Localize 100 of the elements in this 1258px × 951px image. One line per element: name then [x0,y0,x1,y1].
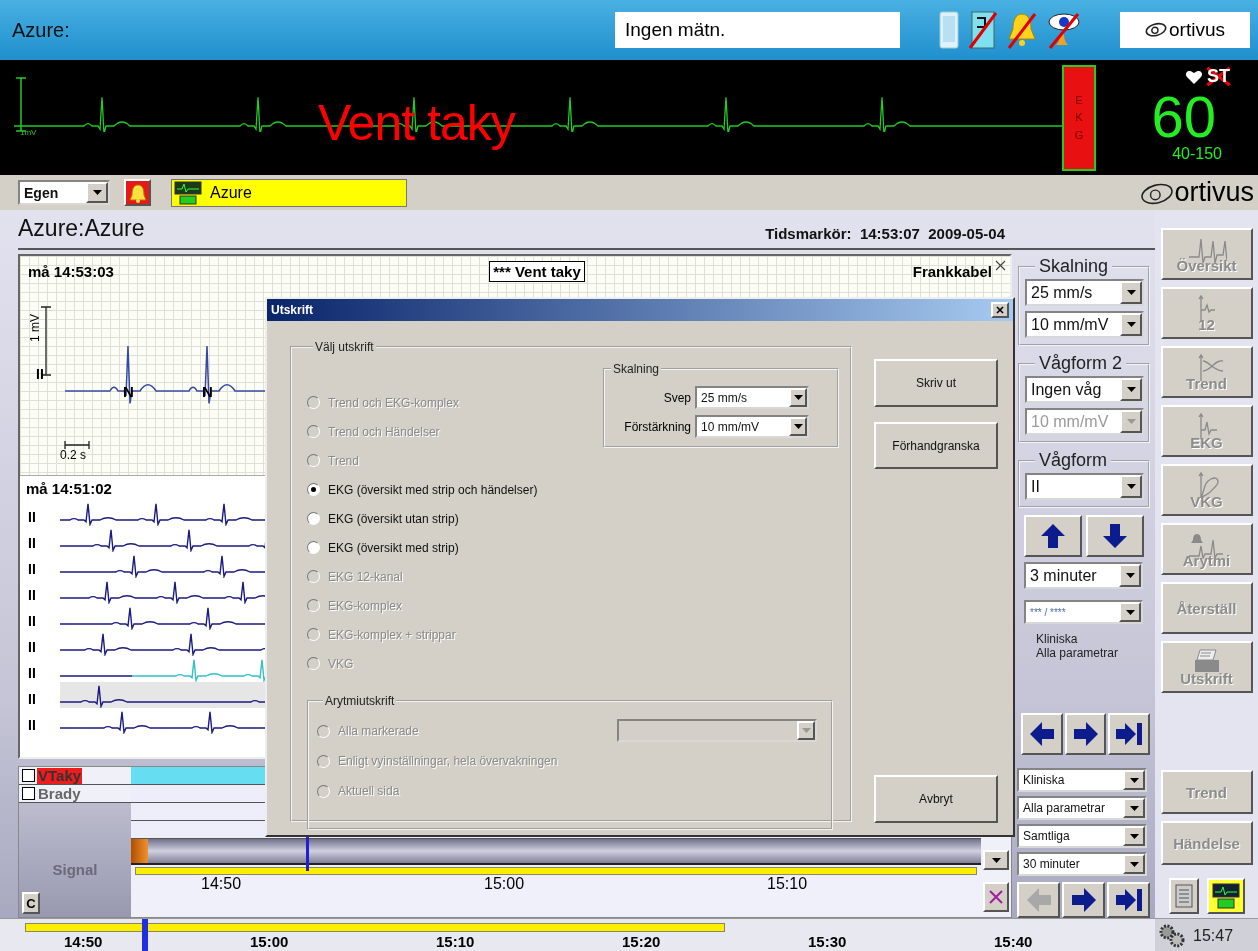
caret-icon [92,190,102,195]
close-icon [995,260,1006,271]
logo: ortivus [1120,12,1250,48]
checkbox[interactable] [22,787,35,800]
lead-label: II [27,508,37,525]
lead-label: II [27,664,37,681]
clear-button[interactable]: C [22,892,40,914]
option-label: Trend och EKG-komplex [328,395,459,410]
patient-field[interactable]: Azure [171,178,407,207]
option-label: Trend [328,453,359,468]
cancel-button[interactable]: Avbryt [874,775,998,823]
close-button[interactable] [991,302,1009,318]
logo: ortivus [1140,179,1254,206]
preview-button[interactable]: Förhandgranska [874,422,998,469]
axis-label: 15:10 [767,875,809,894]
crossed-document-icon [968,10,998,50]
radio-button[interactable] [307,512,320,525]
group-label: Välj utskrift [314,340,375,354]
arrow-button[interactable] [1024,515,1082,557]
caret-icon [1126,322,1136,327]
arrow-button[interactable] [1108,713,1150,755]
dropdown[interactable]: Samtliga [1017,824,1147,848]
arrow-button[interactable] [1086,515,1144,557]
dropdown[interactable]: 25 mm/s [695,386,809,409]
measurement-field: Ingen mätn. [615,12,900,48]
alarm-button[interactable] [124,179,151,206]
dropdown[interactable]: 10 mm/mV [1025,311,1144,338]
scroll-down-button[interactable] [983,850,1009,870]
timestamp: må 14:51:02 [26,480,112,497]
logo-icon [1140,182,1175,206]
lead-indicator: EKG [1062,65,1096,171]
option-label: EKG-komplex + strippar [328,627,456,642]
arrow-button[interactable] [1107,882,1150,918]
close-icon [989,890,1003,904]
down-arrow-icon [1101,522,1129,550]
dropdown[interactable]: 3 minuter [1024,562,1143,589]
lead-label: II [27,638,37,655]
arrow-button[interactable] [1062,882,1105,918]
field-label: Svep [662,390,691,405]
caret-icon [793,424,803,429]
lead-label: II [27,690,37,707]
axis-label: 14:50 [64,932,104,951]
option-label: Alla markerade [338,724,419,738]
heart-rate: 60 [1151,89,1216,145]
device-icon [938,10,960,50]
dropdown[interactable]: Alla parametrar [1017,796,1147,820]
dropdown[interactable]: Ingen våg [1025,376,1144,403]
scale-label: 1 mV [28,314,42,342]
end-arrow-icon [1114,886,1143,914]
group-label: Arytmiutskrift [324,694,396,708]
dropdown[interactable]: Egen [18,180,110,205]
axis-label: 14:50 [201,875,243,894]
radio-button[interactable] [307,483,320,496]
gears-icon [1159,923,1185,948]
option-label: EKG (översikt med strip och händelser) [328,482,538,497]
time-marker: Tidsmarkör: 14:53:07 2009-05-04 [765,225,1005,242]
arrow-button[interactable] [1064,713,1107,755]
list-button[interactable] [1168,878,1199,914]
axis-label: 15:00 [484,875,526,894]
caret-icon [1129,805,1139,811]
caret-icon [1125,573,1135,578]
axis-label: 15:10 [436,932,476,951]
clock: 15:47 [1193,926,1234,945]
dropdown[interactable]: 10 mm/mV [695,415,809,438]
filter-note: Alla parametrar [1036,646,1120,660]
lead-label: II [27,586,37,603]
dropdown[interactable]: Kliniska [1017,768,1147,792]
checkbox[interactable] [22,769,35,782]
time-scale-label: 0.2 s [60,448,86,462]
dropdown[interactable]: *** / **** [1024,600,1143,624]
lead-label: II [27,560,37,577]
beat-label: N [202,383,213,400]
end-arrow-icon [1115,720,1144,748]
remove-button[interactable] [983,882,1009,912]
dropdown[interactable]: 30 minuter [1017,852,1147,876]
window-title: Azure: [12,18,71,42]
scale-bar-icon [15,77,27,132]
monitor-icon [174,180,202,205]
dropdown[interactable]: 25 mm/s [1025,279,1144,306]
lead-label: II [27,612,37,629]
option-label: VKG [328,656,354,671]
caret-icon [793,395,803,400]
arrow-button[interactable] [1021,713,1063,755]
group-label: Vågform [1038,450,1109,471]
option-label: EKG-komplex [328,598,403,613]
monitor-button[interactable] [1206,878,1245,914]
axis-label: 15:20 [622,932,662,951]
right-arrow-icon [1071,720,1100,748]
crossed-bell-icon [1006,10,1038,50]
radio-button[interactable] [307,541,320,554]
group-label: Vågform 2 [1038,353,1124,374]
print-button[interactable]: Skriv ut [874,359,998,407]
heart-icon [1185,68,1203,85]
dropdown[interactable]: II [1025,473,1144,500]
group-label: Skalning [612,362,661,376]
lead-label: II [36,366,44,382]
right-arrow-icon [1069,886,1098,914]
option-label: EKG (översikt utan strip) [328,511,459,526]
beat-label: N [123,383,134,400]
signal-label: Signal [51,861,99,878]
